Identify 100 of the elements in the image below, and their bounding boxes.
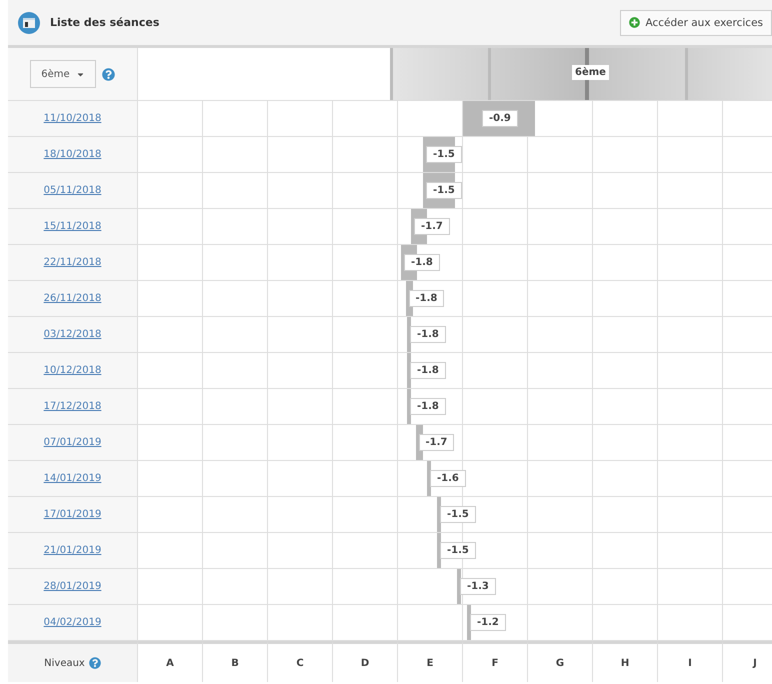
grid-cell: [333, 461, 398, 497]
grid-cell: [333, 245, 398, 281]
grid-cell: [203, 245, 268, 281]
score-value: -1.3: [460, 578, 496, 595]
score-value: -1.2: [470, 614, 506, 631]
date-link[interactable]: 28/01/2019: [44, 581, 102, 592]
grid-cell: [528, 425, 593, 461]
grid-cell: [463, 389, 528, 425]
help-icon[interactable]: [88, 657, 101, 669]
grid-cell: [528, 605, 593, 641]
grid-cell: [528, 137, 593, 173]
grid-cell: [333, 497, 398, 533]
grid-cell: [528, 389, 593, 425]
date-link[interactable]: 17/12/2018: [44, 401, 102, 412]
grid-cell: [333, 605, 398, 641]
grid-cell: [528, 353, 593, 389]
grid-cell: [658, 569, 723, 605]
grid-cell: [268, 353, 333, 389]
level-heading: A: [138, 641, 203, 682]
grid-cell: [593, 425, 658, 461]
grid-cell: [268, 461, 333, 497]
grid-cell: [593, 389, 658, 425]
date-link[interactable]: 11/10/2018: [44, 113, 102, 124]
grid-cell: [268, 389, 333, 425]
date-link[interactable]: 10/12/2018: [44, 365, 102, 376]
date-link[interactable]: 03/12/2018: [44, 329, 102, 340]
grid-cell: [593, 605, 658, 641]
grid-cell: [203, 209, 268, 245]
score-value: -1.8: [408, 290, 444, 307]
grid-cell: [203, 569, 268, 605]
grid-cell: [268, 497, 333, 533]
date-link[interactable]: 22/11/2018: [44, 257, 102, 268]
grid-cell: [528, 317, 593, 353]
grid-cell: [268, 569, 333, 605]
grid-cell: [203, 425, 268, 461]
grid-cell: [463, 209, 528, 245]
grid-cell: [333, 209, 398, 245]
level-heading: F: [463, 641, 528, 682]
grid-cell: [528, 173, 593, 209]
grid-cell: [658, 605, 723, 641]
score-value: -1.5: [426, 182, 462, 199]
grid-cell: [268, 245, 333, 281]
grid-cell: [268, 137, 333, 173]
level-heading: H: [593, 641, 658, 682]
grid-cell: [593, 137, 658, 173]
help-icon[interactable]: [102, 68, 115, 80]
grid-cell: [333, 569, 398, 605]
grid-cell: [203, 605, 268, 641]
date-link[interactable]: 17/01/2019: [44, 509, 102, 520]
grid-cell: [333, 425, 398, 461]
grid-cell: [333, 317, 398, 353]
grid-cell: [658, 281, 723, 317]
date-link[interactable]: 18/10/2018: [44, 149, 102, 160]
date-link[interactable]: 14/01/2019: [44, 473, 102, 484]
grid-cell: [268, 425, 333, 461]
score-value: -1.8: [410, 362, 446, 379]
grid-cell: [463, 425, 528, 461]
score-value: -1.8: [410, 326, 446, 343]
score-value: -0.9: [482, 110, 518, 127]
grid-cell: [593, 497, 658, 533]
grid-cell: [268, 209, 333, 245]
grid-cell: [203, 353, 268, 389]
date-link[interactable]: 05/11/2018: [44, 185, 102, 196]
band-label: 6ème: [572, 65, 609, 80]
grid-cell: [268, 605, 333, 641]
date-link[interactable]: 04/02/2019: [44, 617, 102, 628]
grid-cell: [333, 353, 398, 389]
exercises-button[interactable]: Accéder aux exercices: [620, 10, 772, 36]
date-link[interactable]: 26/11/2018: [44, 293, 102, 304]
grid-cell: [203, 137, 268, 173]
grid-cell: [658, 245, 723, 281]
grid-cell: [593, 317, 658, 353]
grid-cell: [203, 281, 268, 317]
grid-cell: [203, 317, 268, 353]
grid-cell: [268, 533, 333, 569]
grid-cell: [463, 173, 528, 209]
grid-cell: [528, 497, 593, 533]
grid-cell: [463, 281, 528, 317]
grid-cell: [463, 353, 528, 389]
level-heading: J: [723, 641, 772, 682]
grid-cell: [333, 137, 398, 173]
grid-cell: [593, 569, 658, 605]
grid-cell: [528, 569, 593, 605]
grid-cell: [203, 173, 268, 209]
grid-cell: [203, 497, 268, 533]
grid-cell: [333, 389, 398, 425]
level-heading: D: [333, 641, 398, 682]
level-heading: G: [528, 641, 593, 682]
grid-cell: [658, 533, 723, 569]
grid-cell: [593, 173, 658, 209]
level-dropdown[interactable]: 6ème: [30, 60, 96, 88]
score-value: -1.8: [410, 398, 446, 415]
date-link[interactable]: 21/01/2019: [44, 545, 102, 556]
grid-cell: [333, 281, 398, 317]
score-value: -1.5: [426, 146, 462, 163]
date-link[interactable]: 15/11/2018: [44, 221, 102, 232]
date-link[interactable]: 07/01/2019: [44, 437, 102, 448]
score-value: -1.5: [440, 506, 476, 523]
score-value: -1.6: [430, 470, 466, 487]
grid-cell: [528, 461, 593, 497]
